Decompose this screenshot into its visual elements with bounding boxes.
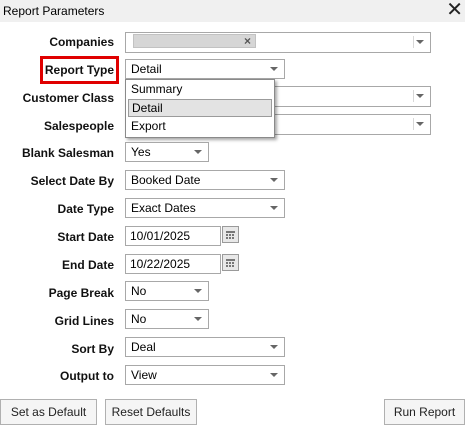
output-to-label: Output to [60, 369, 114, 383]
remove-tag-icon[interactable]: × [244, 34, 251, 48]
sort-by-label: Sort By [71, 342, 114, 356]
chevron-down-icon [194, 150, 202, 154]
end-date-label: End Date [61, 258, 114, 272]
set-as-default-button[interactable]: Set as Default [0, 399, 97, 425]
date-type-select[interactable]: Exact Dates [125, 198, 285, 218]
end-date-input[interactable]: 10/22/2025 [125, 254, 221, 274]
company-tag: × [133, 34, 256, 48]
blank-salesman-value: Yes [131, 145, 151, 159]
report-type-label: Report Type [44, 63, 114, 77]
companies-label: Companies [49, 35, 114, 49]
close-icon[interactable]: ✕ [446, 0, 463, 21]
report-type-dropdown: Summary Detail Export [125, 79, 275, 138]
grid-lines-select[interactable]: No [125, 309, 209, 329]
output-to-value: View [131, 368, 157, 382]
blank-salesman-label: Blank Salesman [21, 146, 114, 160]
sort-by-select[interactable]: Deal [125, 337, 285, 357]
reset-defaults-button[interactable]: Reset Defaults [105, 399, 197, 425]
blank-salesman-select[interactable]: Yes [125, 142, 209, 162]
report-type-select[interactable]: Detail [125, 59, 285, 79]
chevron-down-icon [270, 345, 278, 349]
page-break-value: No [131, 284, 147, 298]
chevron-down-icon [416, 122, 424, 126]
chevron-down-icon [270, 178, 278, 182]
page-break-label: Page Break [48, 286, 114, 300]
select-date-by-select[interactable]: Booked Date [125, 170, 285, 190]
date-type-label: Date Type [57, 202, 114, 216]
chevron-down-icon [270, 373, 278, 377]
grid-lines-label: Grid Lines [54, 314, 114, 328]
chevron-down-icon [270, 67, 278, 71]
option-detail[interactable]: Detail [128, 99, 272, 117]
chevron-down-icon [270, 206, 278, 210]
calendar-icon[interactable] [222, 226, 239, 243]
customer-class-label: Customer Class [22, 91, 114, 105]
date-type-value: Exact Dates [131, 201, 196, 215]
salespeople-label: Salespeople [43, 119, 114, 133]
chevron-down-icon [194, 289, 202, 293]
page-break-select[interactable]: No [125, 281, 209, 301]
sort-by-value: Deal [131, 340, 156, 354]
select-date-by-label: Select Date By [30, 174, 114, 188]
calendar-icon[interactable] [222, 254, 239, 271]
chevron-down-icon [194, 317, 202, 321]
select-date-by-value: Booked Date [131, 173, 201, 187]
start-date-input[interactable]: 10/01/2025 [125, 226, 221, 246]
grid-lines-value: No [131, 312, 147, 326]
start-date-label: Start Date [57, 230, 114, 244]
window-title: Report Parameters [3, 4, 105, 18]
title-bar: Report Parameters ✕ [0, 0, 465, 22]
option-export[interactable]: Export [128, 118, 272, 136]
report-type-value: Detail [131, 62, 162, 76]
output-to-select[interactable]: View [125, 365, 285, 385]
option-summary[interactable]: Summary [128, 81, 272, 99]
chevron-down-icon [416, 40, 424, 44]
chevron-down-icon [416, 94, 424, 98]
run-report-button[interactable]: Run Report [384, 399, 465, 425]
